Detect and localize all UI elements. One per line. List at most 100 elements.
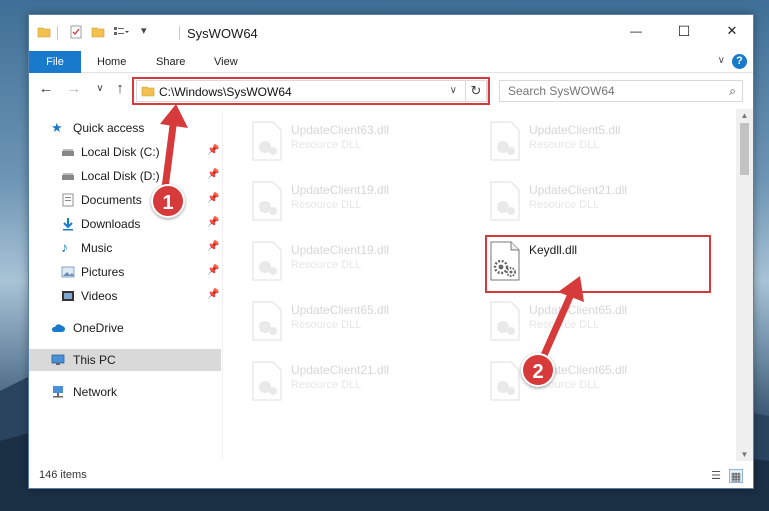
- dll-file-icon: [490, 121, 520, 161]
- vertical-scrollbar[interactable]: ▲ ▼: [736, 109, 753, 461]
- sidebar-item-label: Network: [73, 385, 118, 399]
- pin-icon[interactable]: 📌: [207, 193, 219, 204]
- sidebar-item-quick-access[interactable]: ★ Quick access: [29, 117, 221, 139]
- callout-badge-2: 2: [521, 353, 555, 387]
- file-explorer-window: ▾ SysWOW64 — ☐ ✕ File Home Share View ∨ …: [28, 14, 754, 489]
- up-button[interactable]: ↑: [111, 80, 129, 97]
- close-button[interactable]: ✕: [709, 15, 755, 47]
- maximize-button[interactable]: ☐: [661, 15, 707, 47]
- file-type: Resource DLL: [291, 139, 362, 151]
- documents-icon: [62, 193, 74, 207]
- dll-file-icon: [252, 241, 282, 281]
- properties-icon[interactable]: [69, 25, 83, 39]
- tab-file[interactable]: File: [29, 51, 81, 73]
- file-type: Resource DLL: [291, 379, 362, 391]
- network-icon: [53, 386, 63, 398]
- dll-file-icon: [490, 361, 520, 401]
- pane-divider: [222, 111, 223, 460]
- back-button[interactable]: ←: [37, 80, 55, 97]
- sidebar-item-onedrive[interactable]: OneDrive: [29, 317, 221, 339]
- star-icon: ★: [51, 120, 63, 135]
- dll-file-icon: [252, 301, 282, 341]
- file-name: UpdateClient65.dll: [291, 303, 390, 317]
- forward-button[interactable]: →: [65, 80, 83, 97]
- sidebar-item-label: Documents: [81, 193, 142, 207]
- large-icons-view-icon[interactable]: ▦: [729, 469, 743, 483]
- sidebar-item-local-disk-c[interactable]: Local Disk (C:) 📌: [29, 141, 221, 163]
- customize-toolbar-icon[interactable]: [113, 25, 129, 39]
- file-item[interactable]: UpdateClient21.dll Resource DLL: [249, 357, 479, 403]
- file-name: UpdateClient19.dll: [291, 243, 390, 257]
- callout-badge-1: 1: [151, 184, 185, 218]
- sidebar-item-label: This PC: [73, 353, 116, 367]
- file-item[interactable]: UpdateClient5.dll Resource DLL: [487, 117, 717, 163]
- file-type: Resource DLL: [529, 319, 600, 331]
- status-bar: 146 items ☰ ▦: [29, 465, 753, 489]
- sidebar-item-label: Local Disk (C:): [81, 145, 160, 159]
- file-name: UpdateClient5.dll: [529, 123, 621, 137]
- pin-icon[interactable]: 📌: [207, 217, 219, 228]
- file-name: UpdateClient65.dll: [529, 303, 628, 317]
- search-icon[interactable]: ⌕: [729, 84, 736, 99]
- file-type: Resource DLL: [529, 139, 600, 151]
- pin-icon[interactable]: 📌: [207, 169, 219, 180]
- sidebar-item-documents[interactable]: Documents 📌: [29, 189, 221, 211]
- file-name: UpdateClient63.dll: [291, 123, 390, 137]
- sidebar-item-label: Pictures: [81, 265, 125, 279]
- quick-access-dropdown-icon[interactable]: ▾: [141, 24, 147, 37]
- scroll-down-icon[interactable]: ▼: [736, 450, 753, 459]
- navigation-pane: ★ Quick access Local Disk (C:) 📌 Local D…: [29, 113, 221, 460]
- file-item[interactable]: UpdateClient19.dll Resource DLL: [249, 177, 479, 223]
- ribbon-tabs: File Home Share View ∨ ?: [29, 51, 753, 73]
- tab-share[interactable]: Share: [146, 51, 195, 73]
- file-highlight-box: [485, 235, 711, 293]
- drive-icon: [62, 149, 74, 156]
- cloud-icon: [51, 324, 65, 332]
- window-title: SysWOW64: [187, 26, 258, 41]
- scrollbar-thumb[interactable]: [740, 123, 749, 175]
- sidebar-item-label: Downloads: [81, 217, 141, 231]
- dll-file-icon: [490, 181, 520, 221]
- drive-icon: [62, 173, 74, 180]
- tab-home[interactable]: Home: [87, 51, 136, 73]
- sidebar-item-videos[interactable]: Videos 📌: [29, 285, 221, 307]
- sidebar-item-downloads[interactable]: Downloads 📌: [29, 213, 221, 235]
- new-folder-icon[interactable]: [91, 25, 105, 39]
- sidebar-item-pictures[interactable]: Pictures 📌: [29, 261, 221, 283]
- sidebar-item-label: Quick access: [73, 121, 145, 135]
- expand-ribbon-icon[interactable]: ∨: [718, 55, 725, 66]
- scroll-up-icon[interactable]: ▲: [736, 111, 753, 120]
- recent-locations-button[interactable]: ∨: [91, 83, 109, 94]
- details-view-icon[interactable]: ☰: [709, 469, 723, 483]
- computer-icon: [51, 354, 65, 365]
- minimize-icon: —: [630, 24, 642, 38]
- pin-icon[interactable]: 📌: [207, 241, 219, 252]
- pin-icon[interactable]: 📌: [207, 265, 219, 276]
- minimize-button[interactable]: —: [613, 15, 659, 47]
- music-icon: ♪: [61, 239, 68, 255]
- file-item[interactable]: UpdateClient63.dll Resource DLL: [249, 117, 479, 163]
- search-box[interactable]: ⌕: [499, 80, 743, 102]
- sidebar-item-network[interactable]: Network: [29, 381, 221, 403]
- file-item[interactable]: UpdateClient65.dll Resource DLL: [487, 297, 717, 343]
- dll-file-icon: [252, 361, 282, 401]
- file-item[interactable]: UpdateClient21.dll Resource DLL: [487, 177, 717, 223]
- pin-icon[interactable]: 📌: [207, 145, 219, 156]
- address-highlight-box: [132, 77, 490, 105]
- dll-file-icon: [252, 181, 282, 221]
- title-bar: ▾ SysWOW64 — ☐ ✕: [29, 15, 753, 51]
- file-type: Resource DLL: [291, 199, 362, 211]
- tab-view[interactable]: View: [204, 51, 248, 73]
- sidebar-item-local-disk-d[interactable]: Local Disk (D:) 📌: [29, 165, 221, 187]
- navigation-bar: ← → ∨ ↑ C:\Windows\SysWOW64 ∨ ↻ ⌕: [29, 74, 753, 108]
- pin-icon[interactable]: 📌: [207, 289, 219, 300]
- file-item[interactable]: UpdateClient65.dll Resource DLL: [249, 297, 479, 343]
- sidebar-item-music[interactable]: ♪ Music 📌: [29, 237, 221, 259]
- help-button[interactable]: ?: [732, 54, 747, 69]
- search-input[interactable]: [508, 81, 718, 101]
- file-list: UpdateClient63.dll Resource DLL UpdateCl…: [225, 111, 737, 460]
- sidebar-item-this-pc[interactable]: This PC: [29, 349, 221, 371]
- folder-icon: [37, 27, 51, 38]
- file-item[interactable]: UpdateClient19.dll Resource DLL: [249, 237, 479, 283]
- close-icon: ✕: [726, 23, 738, 38]
